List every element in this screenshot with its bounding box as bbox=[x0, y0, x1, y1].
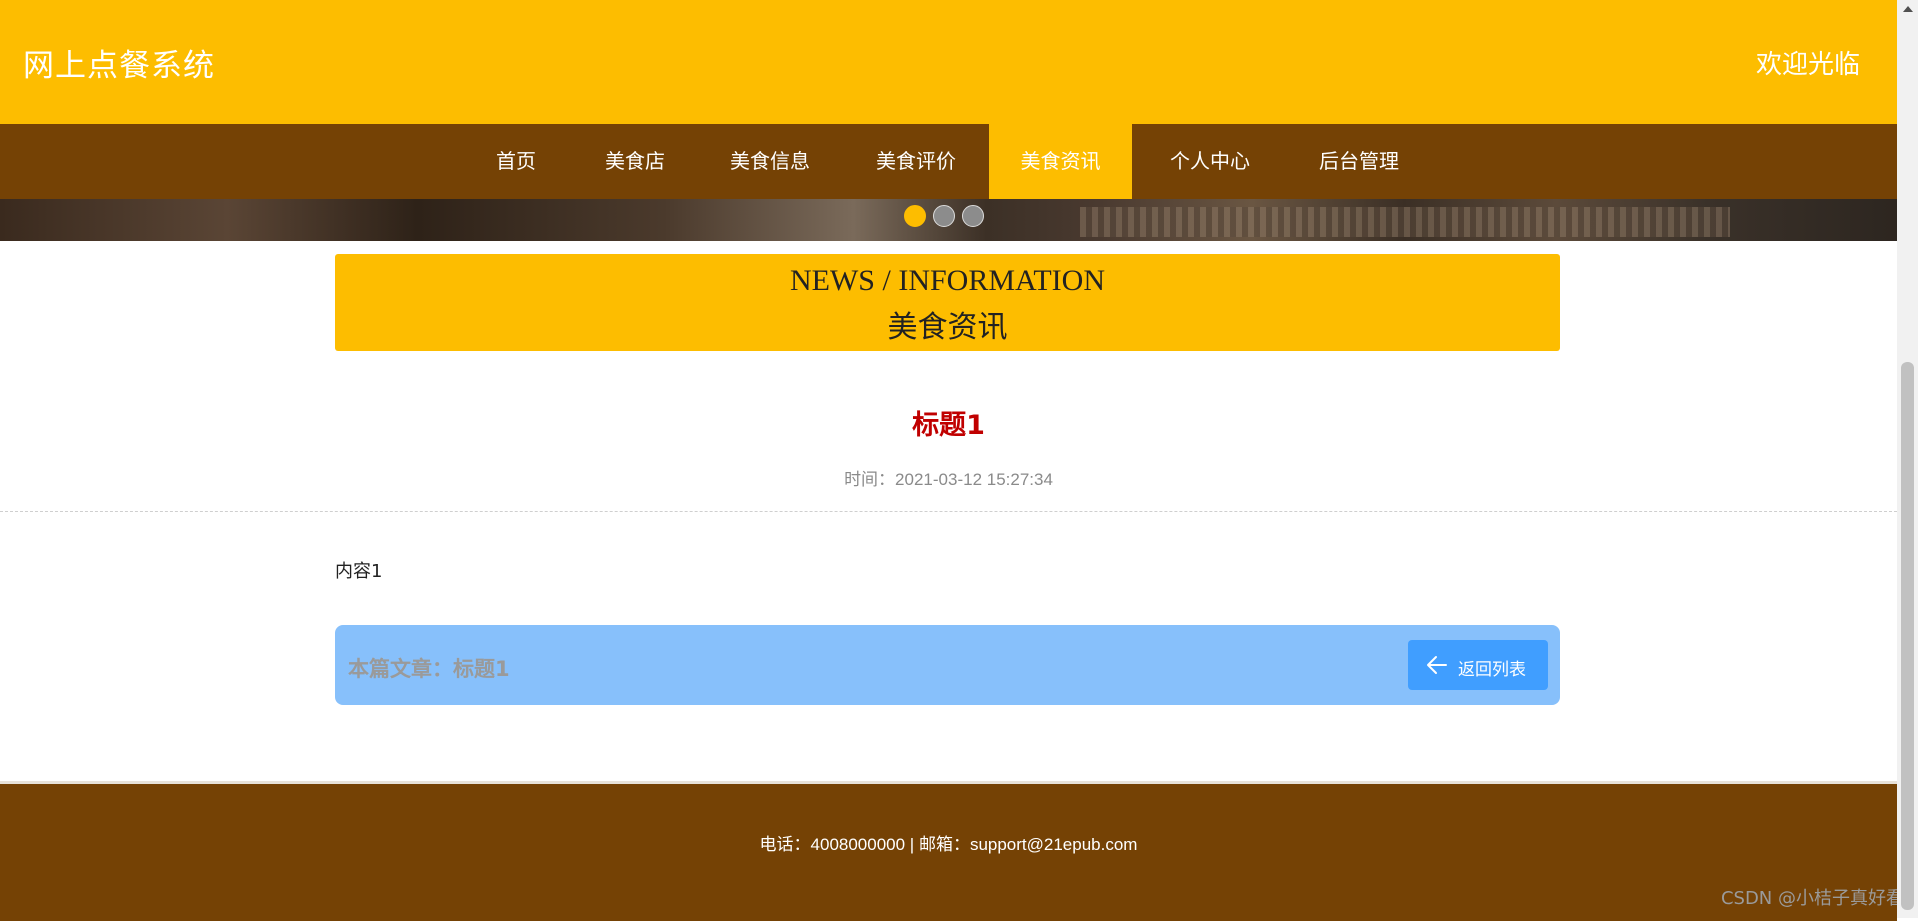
carousel-dot-1[interactable] bbox=[904, 205, 926, 227]
welcome-text: 欢迎光临 bbox=[1755, 50, 1860, 80]
article-time: 时间：2021-03-12 15:27:34 bbox=[844, 470, 1053, 489]
divider bbox=[0, 511, 1897, 512]
carousel-dot-3[interactable] bbox=[962, 205, 984, 227]
arrow-left-icon bbox=[1427, 656, 1447, 674]
watermark: CSDN @小桔子真好看 bbox=[1720, 888, 1904, 909]
carousel-dot-2[interactable] bbox=[933, 205, 955, 227]
nav-item-food-reviews[interactable]: 美食评价 bbox=[861, 124, 971, 199]
main-nav: 首页 美食店 美食信息 美食评价 美食资讯 个人中心 后台管理 bbox=[0, 124, 1897, 199]
nav-item-food-news[interactable]: 美食资讯 bbox=[989, 124, 1132, 199]
back-to-list-button[interactable]: 返回列表 bbox=[1408, 640, 1548, 690]
section-header: NEWS / INFORMATION 美食资讯 bbox=[335, 254, 1560, 351]
nav-item-personal-center[interactable]: 个人中心 bbox=[1155, 124, 1265, 199]
nav-item-home[interactable]: 首页 bbox=[479, 124, 553, 199]
site-title: 网上点餐系统 bbox=[23, 48, 215, 84]
page-scrollbar[interactable] bbox=[1897, 0, 1918, 918]
article-title: 标题1 bbox=[912, 410, 985, 441]
nav-item-restaurants[interactable]: 美食店 bbox=[585, 124, 685, 199]
nav-item-food-info[interactable]: 美食信息 bbox=[715, 124, 825, 199]
back-to-list-label: 返回列表 bbox=[1458, 660, 1526, 680]
footer: 电话：4008000000 | 邮箱：support@21epub.com bbox=[0, 781, 1897, 921]
article-content: 内容1 bbox=[335, 561, 383, 582]
header-bar: 网上点餐系统 欢迎光临 bbox=[0, 0, 1897, 124]
current-article-bar: 本篇文章：标题1 返回列表 bbox=[335, 625, 1560, 705]
nav-item-admin[interactable]: 后台管理 bbox=[1304, 124, 1414, 199]
section-title-cn: 美食资讯 bbox=[887, 310, 1008, 345]
current-article-label: 本篇文章：标题1 bbox=[348, 657, 510, 681]
section-title-en: NEWS / INFORMATION bbox=[790, 264, 1105, 297]
scrollbar-thumb[interactable] bbox=[1901, 362, 1914, 910]
scroll-up-arrow-icon[interactable] bbox=[1903, 6, 1913, 12]
footer-contact: 电话：4008000000 | 邮箱：support@21epub.com bbox=[759, 835, 1138, 854]
